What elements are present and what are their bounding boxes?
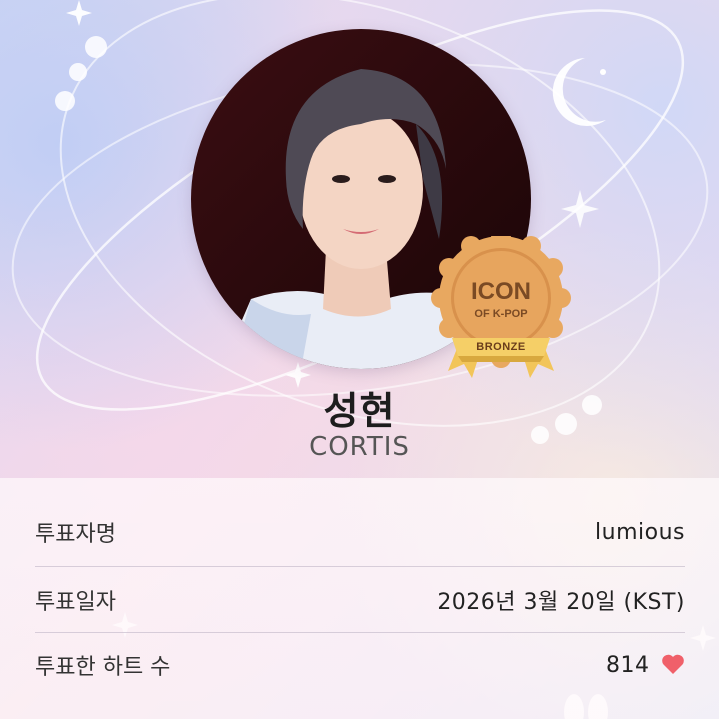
heart-count-row: 투표한 하트 수 814 bbox=[35, 633, 685, 697]
vote-date-row: 투표일자 2026년 3월 20일 (KST) bbox=[35, 568, 685, 632]
divider bbox=[35, 566, 685, 567]
badge-subtitle: OF K-POP bbox=[474, 308, 528, 320]
badge-ribbon-label: BRONZE bbox=[476, 341, 526, 353]
moon-icon bbox=[552, 58, 606, 126]
voter-name-value: lumious bbox=[595, 519, 685, 545]
vote-date-value: 2026년 3월 20일 (KST) bbox=[437, 590, 685, 615]
group-name: CORTIS bbox=[309, 432, 410, 462]
vote-date-label: 투표일자 bbox=[35, 590, 116, 615]
artist-name: 성현 bbox=[323, 389, 396, 433]
heart-count-value-wrap: 814 bbox=[606, 653, 685, 678]
voter-name-label: 투표자명 bbox=[35, 522, 116, 547]
heart-icon bbox=[662, 654, 684, 674]
icon-of-kpop-badge: ICON OF K-POP BRONZE bbox=[430, 228, 572, 386]
badge-title: ICON bbox=[471, 278, 531, 305]
heart-count-label: 투표한 하트 수 bbox=[35, 655, 171, 680]
heart-count-value: 814 bbox=[606, 652, 650, 678]
voter-name-row: 투표자명 lumious bbox=[35, 500, 685, 564]
